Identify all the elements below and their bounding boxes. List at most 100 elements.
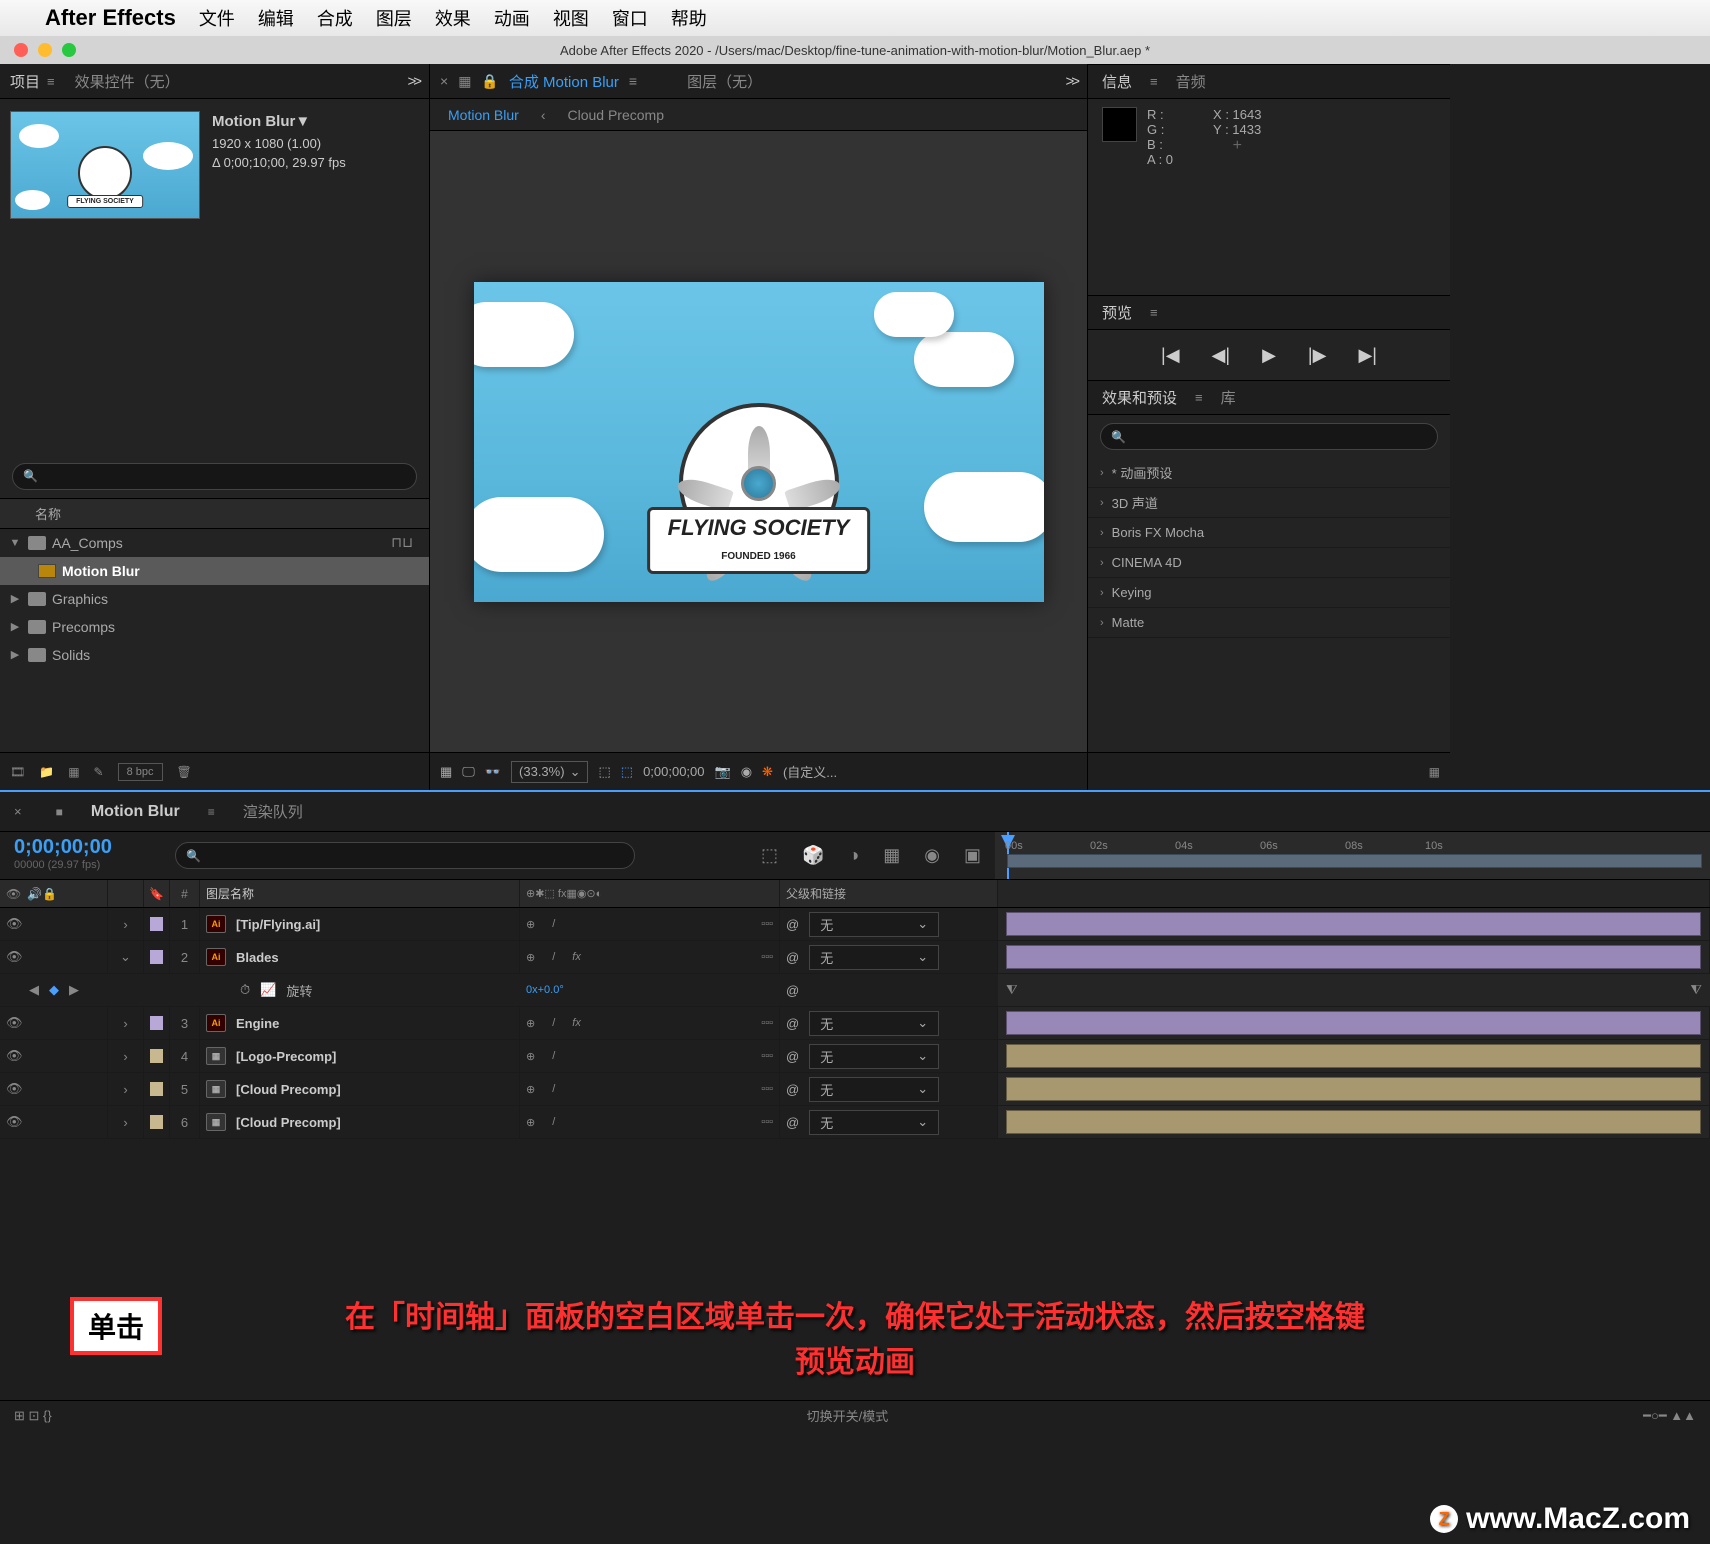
work-area-bar[interactable] xyxy=(1007,854,1702,868)
twirl-icon[interactable]: › xyxy=(123,1082,127,1097)
layer-name[interactable]: [Cloud Precomp] xyxy=(236,1082,341,1097)
pickwhip-icon[interactable]: @ xyxy=(786,950,799,965)
channel-icon[interactable]: ◉ xyxy=(741,764,752,780)
layer-row[interactable]: 👁›1Ai[Tip/Flying.ai]⊕/▫▫▫@无⌄ xyxy=(0,908,1710,941)
menu-help[interactable]: 帮助 xyxy=(671,5,707,31)
timeline-search-input[interactable]: 🔍 xyxy=(175,842,635,869)
tab-preview[interactable]: 预览 xyxy=(1102,302,1132,323)
layer-duration-bar[interactable] xyxy=(1006,1044,1701,1068)
zoom-slider[interactable]: ━○━ ▲▲ xyxy=(1643,1408,1696,1424)
play-button[interactable]: ▶ xyxy=(1262,345,1276,366)
label-color[interactable] xyxy=(150,1082,163,1096)
twirl-icon[interactable]: › xyxy=(123,1115,127,1130)
layer-name[interactable]: [Tip/Flying.ai] xyxy=(236,917,320,932)
parent-dropdown[interactable]: 无⌄ xyxy=(809,1011,939,1036)
layer-name[interactable]: [Cloud Precomp] xyxy=(236,1115,341,1130)
pickwhip-icon[interactable]: @ xyxy=(786,1082,799,1097)
menu-effect[interactable]: 效果 xyxy=(435,5,471,31)
preset-category[interactable]: ›Keying xyxy=(1088,578,1450,608)
close-window-button[interactable] xyxy=(14,43,28,57)
layer-row[interactable]: 👁⌄2AiBlades⊕/fx▫▫▫@无⌄ xyxy=(0,941,1710,974)
next-frame-button[interactable]: |▶ xyxy=(1308,345,1327,366)
layer-name[interactable]: [Logo-Precomp] xyxy=(236,1049,336,1064)
tab-audio[interactable]: 音频 xyxy=(1176,71,1206,92)
comp-mini-flowchart-icon[interactable]: ⬚ xyxy=(761,845,778,866)
frame-blend-icon[interactable]: ▦ xyxy=(883,845,900,866)
snapshot-icon[interactable]: 📷 xyxy=(715,764,731,780)
visibility-eye-icon[interactable]: 👁 xyxy=(6,1114,23,1130)
twirl-icon[interactable]: › xyxy=(123,917,127,932)
menu-file[interactable]: 文件 xyxy=(199,5,235,31)
preset-category[interactable]: ›* 动画预设 xyxy=(1088,458,1450,488)
property-name[interactable]: 旋转 xyxy=(286,981,312,1000)
tree-folder-graphics[interactable]: ▶Graphics xyxy=(0,585,429,613)
layer-name[interactable]: Blades xyxy=(236,950,279,965)
minimize-window-button[interactable] xyxy=(38,43,52,57)
toggle-modes-button[interactable]: 切换开关/模式 xyxy=(807,1406,889,1425)
label-color[interactable] xyxy=(150,1115,163,1129)
pickwhip-icon[interactable]: @ xyxy=(786,1049,799,1064)
composition-thumbnail[interactable]: FLYING SOCIETY xyxy=(10,111,200,219)
layer-duration-bar[interactable] xyxy=(1006,945,1701,969)
layer-duration-bar[interactable] xyxy=(1006,1077,1701,1101)
timecode-display[interactable]: 0;00;00;00 xyxy=(643,764,704,779)
breadcrumb-active[interactable]: Motion Blur xyxy=(448,107,519,123)
roi-icon[interactable]: ⬚ xyxy=(621,764,633,780)
label-color[interactable] xyxy=(150,1016,163,1030)
graph-editor-icon[interactable]: ▣ xyxy=(964,845,981,866)
timeline-tab-active[interactable]: Motion Blur xyxy=(91,803,180,821)
panel-menu-icon[interactable]: ≡ xyxy=(47,74,55,89)
visibility-eye-icon[interactable]: 👁 xyxy=(6,916,23,932)
draft3d-icon[interactable]: 🎲 xyxy=(802,845,824,866)
tree-comp-motionblur[interactable]: Motion Blur xyxy=(0,557,429,585)
layer-row[interactable]: 👁›4▦[Logo-Precomp]⊕/▫▫▫@无⌄ xyxy=(0,1040,1710,1073)
first-frame-button[interactable]: |◀ xyxy=(1161,345,1180,366)
lock-icon[interactable]: 🔒 xyxy=(481,73,498,90)
tab-effect-controls[interactable]: 效果控件（无） xyxy=(65,64,190,99)
menu-animation[interactable]: 动画 xyxy=(494,5,530,31)
label-color[interactable] xyxy=(150,917,163,931)
new-comp-icon[interactable]: ▦ xyxy=(68,765,79,779)
motion-blur-icon[interactable]: ◉ xyxy=(924,845,940,866)
layer-row[interactable]: 👁›3AiEngine⊕/fx▫▫▫@无⌄ xyxy=(0,1007,1710,1040)
tab-effects-presets[interactable]: 效果和预设 xyxy=(1102,387,1177,408)
panel-menu-icon[interactable]: ≡ xyxy=(629,73,637,89)
parent-dropdown[interactable]: 无⌄ xyxy=(809,1110,939,1135)
menu-edit[interactable]: 编辑 xyxy=(258,5,294,31)
trash-icon[interactable]: 🗑 xyxy=(177,765,192,779)
menu-view[interactable]: 视图 xyxy=(553,5,589,31)
flowchart-icon[interactable]: ⊓⊔ xyxy=(391,534,413,551)
time-ruler[interactable]: 00s 02s 04s 06s 08s 10s xyxy=(995,832,1710,879)
toggle-alpha-icon[interactable]: 🖵 xyxy=(462,764,475,780)
parent-dropdown[interactable]: 无⌄ xyxy=(809,912,939,937)
expand-panel-icon[interactable]: >> xyxy=(407,73,419,90)
tab-project[interactable]: 项目≡ xyxy=(0,64,65,99)
layer-row[interactable]: 👁›5▦[Cloud Precomp]⊕/▫▫▫@无⌄ xyxy=(0,1073,1710,1106)
magnification-icon[interactable]: ▦ xyxy=(440,764,452,780)
layer-tab[interactable]: 图层（无） xyxy=(687,71,762,92)
pickwhip-icon[interactable]: @ xyxy=(786,917,799,932)
layer-row[interactable]: 👁›6▦[Cloud Precomp]⊕/▫▫▫@无⌄ xyxy=(0,1106,1710,1139)
close-tab-icon[interactable]: × xyxy=(440,73,448,89)
menu-layer[interactable]: 图层 xyxy=(376,5,412,31)
hide-shy-icon[interactable]: ◑ xyxy=(848,845,859,866)
project-column-header[interactable]: 名称 xyxy=(0,498,429,529)
prev-frame-button[interactable]: ◀| xyxy=(1212,345,1231,366)
resolution-icon[interactable]: ⬚ xyxy=(598,764,610,780)
composition-viewer[interactable]: FLYING SOCIETYFOUNDED 1966 xyxy=(430,131,1087,752)
tree-folder-solids[interactable]: ▶Solids xyxy=(0,641,429,669)
breadcrumb-chevron-icon[interactable]: ‹ xyxy=(541,107,546,123)
preset-category[interactable]: ›Boris FX Mocha xyxy=(1088,518,1450,548)
header-layer-name[interactable]: 图层名称 xyxy=(200,880,520,907)
twirl-icon[interactable]: ⌄ xyxy=(120,949,131,965)
comp-tab-label[interactable]: 合成 Motion Blur xyxy=(509,71,619,92)
interpret-footage-icon[interactable]: 🎞 xyxy=(10,765,25,779)
color-mgmt-icon[interactable]: ❋ xyxy=(762,764,773,780)
tab-info[interactable]: 信息 xyxy=(1102,71,1132,92)
pickwhip-icon[interactable]: @ xyxy=(786,1115,799,1130)
label-color[interactable] xyxy=(150,950,163,964)
stopwatch-icon[interactable]: ⏱ xyxy=(240,982,250,998)
view-dropdown[interactable]: (自定义... xyxy=(783,762,837,781)
new-folder-icon[interactable]: 📁 xyxy=(39,765,54,779)
header-parent[interactable]: 父级和链接 xyxy=(780,880,998,907)
